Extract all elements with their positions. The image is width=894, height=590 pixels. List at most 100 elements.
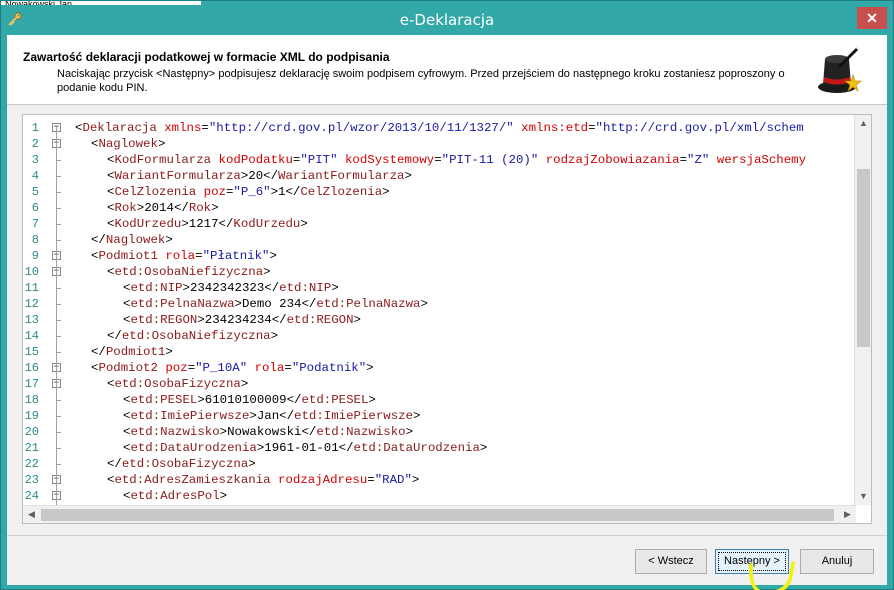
code-token: </	[91, 233, 106, 247]
line-number: 14	[24, 329, 39, 343]
scroll-right-arrow-icon[interactable]: ▶	[839, 506, 856, 523]
xml-editor[interactable]: 1−2−3456789−10−111213141516−17−181920212…	[22, 114, 872, 524]
code-token: 2342342323	[189, 281, 265, 295]
code-line: <etd:AdresPol>	[123, 488, 227, 504]
code-token: etd:AdresZamieszkania	[114, 473, 271, 487]
code-token: rodzajZobowiazania	[545, 153, 680, 167]
code-token: </	[338, 441, 354, 455]
code-line: <etd:PelnaNazwa>Demo 234</etd:PelnaNazwa…	[123, 296, 428, 312]
xml-code-area[interactable]: <Deklaracja xmlns="http://crd.gov.pl/wzo…	[69, 115, 855, 505]
code-token: </	[107, 457, 122, 471]
code-line: <KodFormularza kodPodatku="PIT" kodSyste…	[107, 152, 806, 168]
code-token: >	[270, 185, 279, 199]
code-token: =	[679, 153, 688, 167]
code-token: >	[197, 313, 205, 327]
code-token: etd:ImiePierwsze	[130, 409, 250, 423]
line-number: 21	[24, 441, 39, 455]
line-number: 24	[24, 489, 39, 503]
line-number: 18	[24, 393, 39, 407]
code-token: >	[165, 233, 173, 247]
e-deklaracja-window: Nowakowski Jan e-Deklaracja ✕ Zawartość …	[0, 0, 894, 590]
fold-guide-line	[56, 127, 57, 505]
code-token: "PIT"	[300, 153, 338, 167]
code-line: <etd:PESEL>61010100009</etd:PESEL>	[123, 392, 376, 408]
code-token: =	[284, 361, 292, 375]
code-token: etd:NIP	[130, 281, 183, 295]
horizontal-scrollbar[interactable]: ◀ ▶	[23, 505, 856, 523]
title-bar[interactable]: e-Deklaracja ✕	[1, 5, 893, 35]
line-number: 19	[24, 409, 39, 423]
code-token: etd:PESEL	[130, 393, 198, 407]
vertical-scroll-thumb[interactable]	[857, 169, 870, 347]
scroll-down-arrow-icon[interactable]: ▼	[855, 488, 872, 505]
code-token: "RAD"	[374, 473, 412, 487]
code-line: <Podmiot1 rola="Płatnik">	[91, 248, 277, 264]
code-token: etd:OsobaFizyczna	[114, 377, 241, 391]
code-token: etd:REGON	[286, 313, 354, 327]
code-token: >	[269, 249, 277, 263]
code-token: >	[234, 297, 242, 311]
cancel-button[interactable]: Anuluj	[800, 549, 874, 574]
scroll-left-arrow-icon[interactable]: ◀	[23, 506, 40, 523]
code-token: =	[195, 249, 203, 263]
code-token: etd:Nazwisko	[130, 425, 220, 439]
code-line: </Podmiot1>	[91, 344, 173, 360]
code-token: rola	[254, 361, 285, 375]
code-token: >	[270, 329, 279, 343]
code-token: >	[300, 217, 308, 231]
code-line: </Naglowek>	[91, 232, 173, 248]
line-number: 12	[24, 297, 39, 311]
code-token: KodUrzedu	[114, 217, 182, 231]
code-token: >	[382, 185, 390, 199]
line-number: 23	[24, 473, 39, 487]
next-button-label: Następny >	[724, 555, 780, 567]
code-line: <Deklaracja xmlns="http://crd.gov.pl/wzo…	[75, 120, 804, 136]
line-number: 2	[31, 137, 39, 151]
code-token: Podmiot1	[98, 249, 158, 263]
code-token: "Z"	[687, 153, 710, 167]
code-token: KodUrzedu	[233, 217, 301, 231]
code-token: >	[411, 473, 420, 487]
code-line: <WariantFormularza>20</WariantFormularza…	[107, 168, 412, 184]
code-token: >	[165, 345, 173, 359]
code-token: xmlns:etd	[521, 121, 589, 135]
code-token: </	[173, 201, 189, 215]
header-title: Zawartość deklaracji podatkowej w formac…	[23, 50, 390, 64]
code-token: >	[353, 313, 361, 327]
line-number: 16	[24, 361, 39, 375]
line-number: 8	[31, 233, 39, 247]
line-number: 22	[24, 457, 39, 471]
code-token: rola	[165, 249, 196, 263]
code-token: etd:PESEL	[301, 393, 369, 407]
code-token: etd:OsobaFizyczna	[121, 457, 249, 471]
close-button[interactable]: ✕	[857, 7, 887, 29]
code-token: "Podatnik"	[291, 361, 367, 375]
code-token: >	[404, 169, 412, 183]
code-token: etd:PelnaNazwa	[130, 297, 235, 311]
code-token: etd:Nazwisko	[316, 425, 406, 439]
code-token: "P_6"	[233, 185, 271, 199]
back-button[interactable]: < Wstecz	[635, 549, 707, 574]
line-number: 6	[31, 201, 39, 215]
code-token: 20	[248, 169, 264, 183]
code-token: kodSystemowy	[344, 153, 435, 167]
code-token: =	[367, 473, 375, 487]
magic-hat-icon	[818, 45, 862, 93]
code-token: 61010100009	[204, 393, 287, 407]
line-number-gutter: 1−2−3456789−10−111213141516−17−181920212…	[23, 115, 69, 505]
vertical-scrollbar[interactable]: ▲ ▼	[854, 115, 871, 505]
next-button[interactable]: Następny >	[715, 549, 789, 574]
code-token: Jan	[256, 409, 280, 423]
horizontal-scroll-thumb[interactable]	[41, 509, 834, 521]
code-token: kodPodatku	[218, 153, 293, 167]
code-token: "P_10A"	[195, 361, 248, 375]
code-token: </	[91, 345, 106, 359]
scroll-up-arrow-icon[interactable]: ▲	[855, 115, 872, 132]
code-token: >	[211, 201, 219, 215]
code-token: >	[331, 281, 339, 295]
code-token: "http://crd.gov.pl/xml/schem	[595, 121, 804, 135]
code-token: >	[420, 297, 428, 311]
code-line: <Podmiot2 poz="P_10A" rola="Podatnik">	[91, 360, 374, 376]
